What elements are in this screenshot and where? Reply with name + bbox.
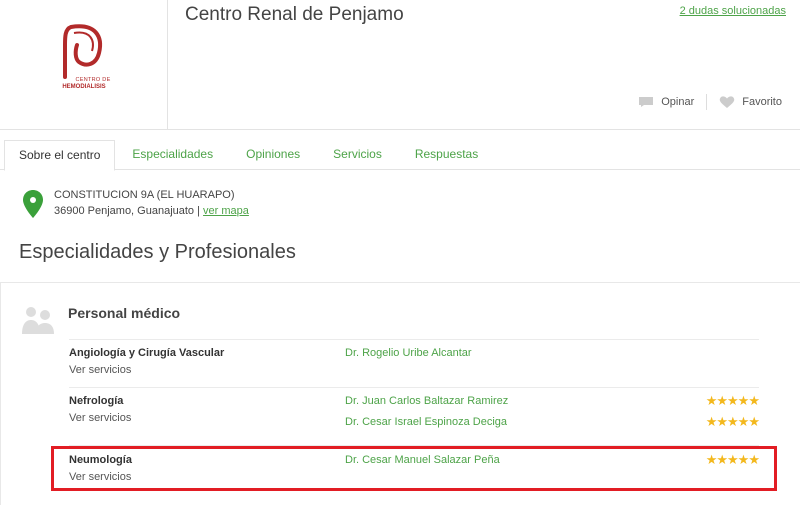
tab-about[interactable]: Sobre el centro <box>4 140 116 171</box>
review-button[interactable]: Opinar <box>638 96 694 108</box>
rating-stars: ★★★★★ <box>705 414 760 429</box>
tab-bar: Sobre el centro Especialidades Opiniones… <box>0 140 800 171</box>
tab-services[interactable]: Servicios <box>317 140 398 169</box>
address-text: CONSTITUCION 9A (EL HUARAPO) 36900 Penja… <box>54 187 249 219</box>
review-label: Opinar <box>661 96 695 108</box>
highlight-box <box>51 446 777 491</box>
logo-line2: HEMODIALISIS <box>62 84 106 90</box>
doctor-link[interactable]: Dr. Rogelio Uribe Alcantar <box>345 347 472 359</box>
heart-icon <box>720 96 735 108</box>
logo-container: CENTRO DE HEMODIALISIS <box>0 0 168 130</box>
address-separator: | <box>197 205 200 217</box>
address-line2: 36900 Penjamo, Guanajuato | ver mapa <box>54 203 249 219</box>
logo-text: CENTRO DE HEMODIALISIS <box>41 77 127 91</box>
speech-bubble-icon <box>639 97 654 107</box>
header-actions: Opinar Favorito <box>638 94 782 110</box>
specialty-name: Nefrología <box>69 395 124 407</box>
services-link[interactable]: Ver servicios <box>69 364 131 376</box>
favorite-label: Favorito <box>742 96 782 108</box>
specialty-row: Angiología y Cirugía Vascular Ver servic… <box>69 339 759 387</box>
map-pin-icon <box>23 190 43 218</box>
center-header: CENTRO DE HEMODIALISIS Centro Renal de P… <box>0 0 800 130</box>
address-line1: CONSTITUCION 9A (EL HUARAPO) <box>54 189 235 201</box>
doctor-link[interactable]: Dr. Juan Carlos Baltazar Ramirez <box>345 395 508 407</box>
personal-title: Personal médico <box>68 305 181 321</box>
specialty-row: Nefrología Ver servicios Dr. Juan Carlos… <box>69 387 760 445</box>
section-title: Especialidades y Profesionales <box>19 241 296 263</box>
specialty-name: Angiología y Cirugía Vascular <box>69 347 225 359</box>
map-link[interactable]: ver mapa <box>203 205 249 217</box>
tab-answers[interactable]: Respuestas <box>399 140 494 169</box>
doctor-link[interactable]: Dr. Cesar Israel Espinoza Deciga <box>345 416 507 428</box>
address-block: CONSTITUCION 9A (EL HUARAPO) 36900 Penja… <box>22 187 249 219</box>
rating-stars: ★★★★★ <box>705 393 760 408</box>
logo-line1: CENTRO DE <box>75 77 111 83</box>
tab-reviews[interactable]: Opiniones <box>230 140 316 169</box>
action-divider <box>706 94 708 110</box>
page-title: Centro Renal de Penjamo <box>185 4 404 25</box>
address-city: 36900 Penjamo, Guanajuato <box>54 205 195 217</box>
services-link[interactable]: Ver servicios <box>69 412 131 424</box>
favorite-button[interactable]: Favorito <box>719 95 782 109</box>
answers-link[interactable]: 2 dudas solucionadas <box>680 5 786 17</box>
tab-specialties[interactable]: Especialidades <box>116 140 229 169</box>
center-logo: CENTRO DE HEMODIALISIS <box>41 15 127 101</box>
people-icon <box>22 307 54 334</box>
